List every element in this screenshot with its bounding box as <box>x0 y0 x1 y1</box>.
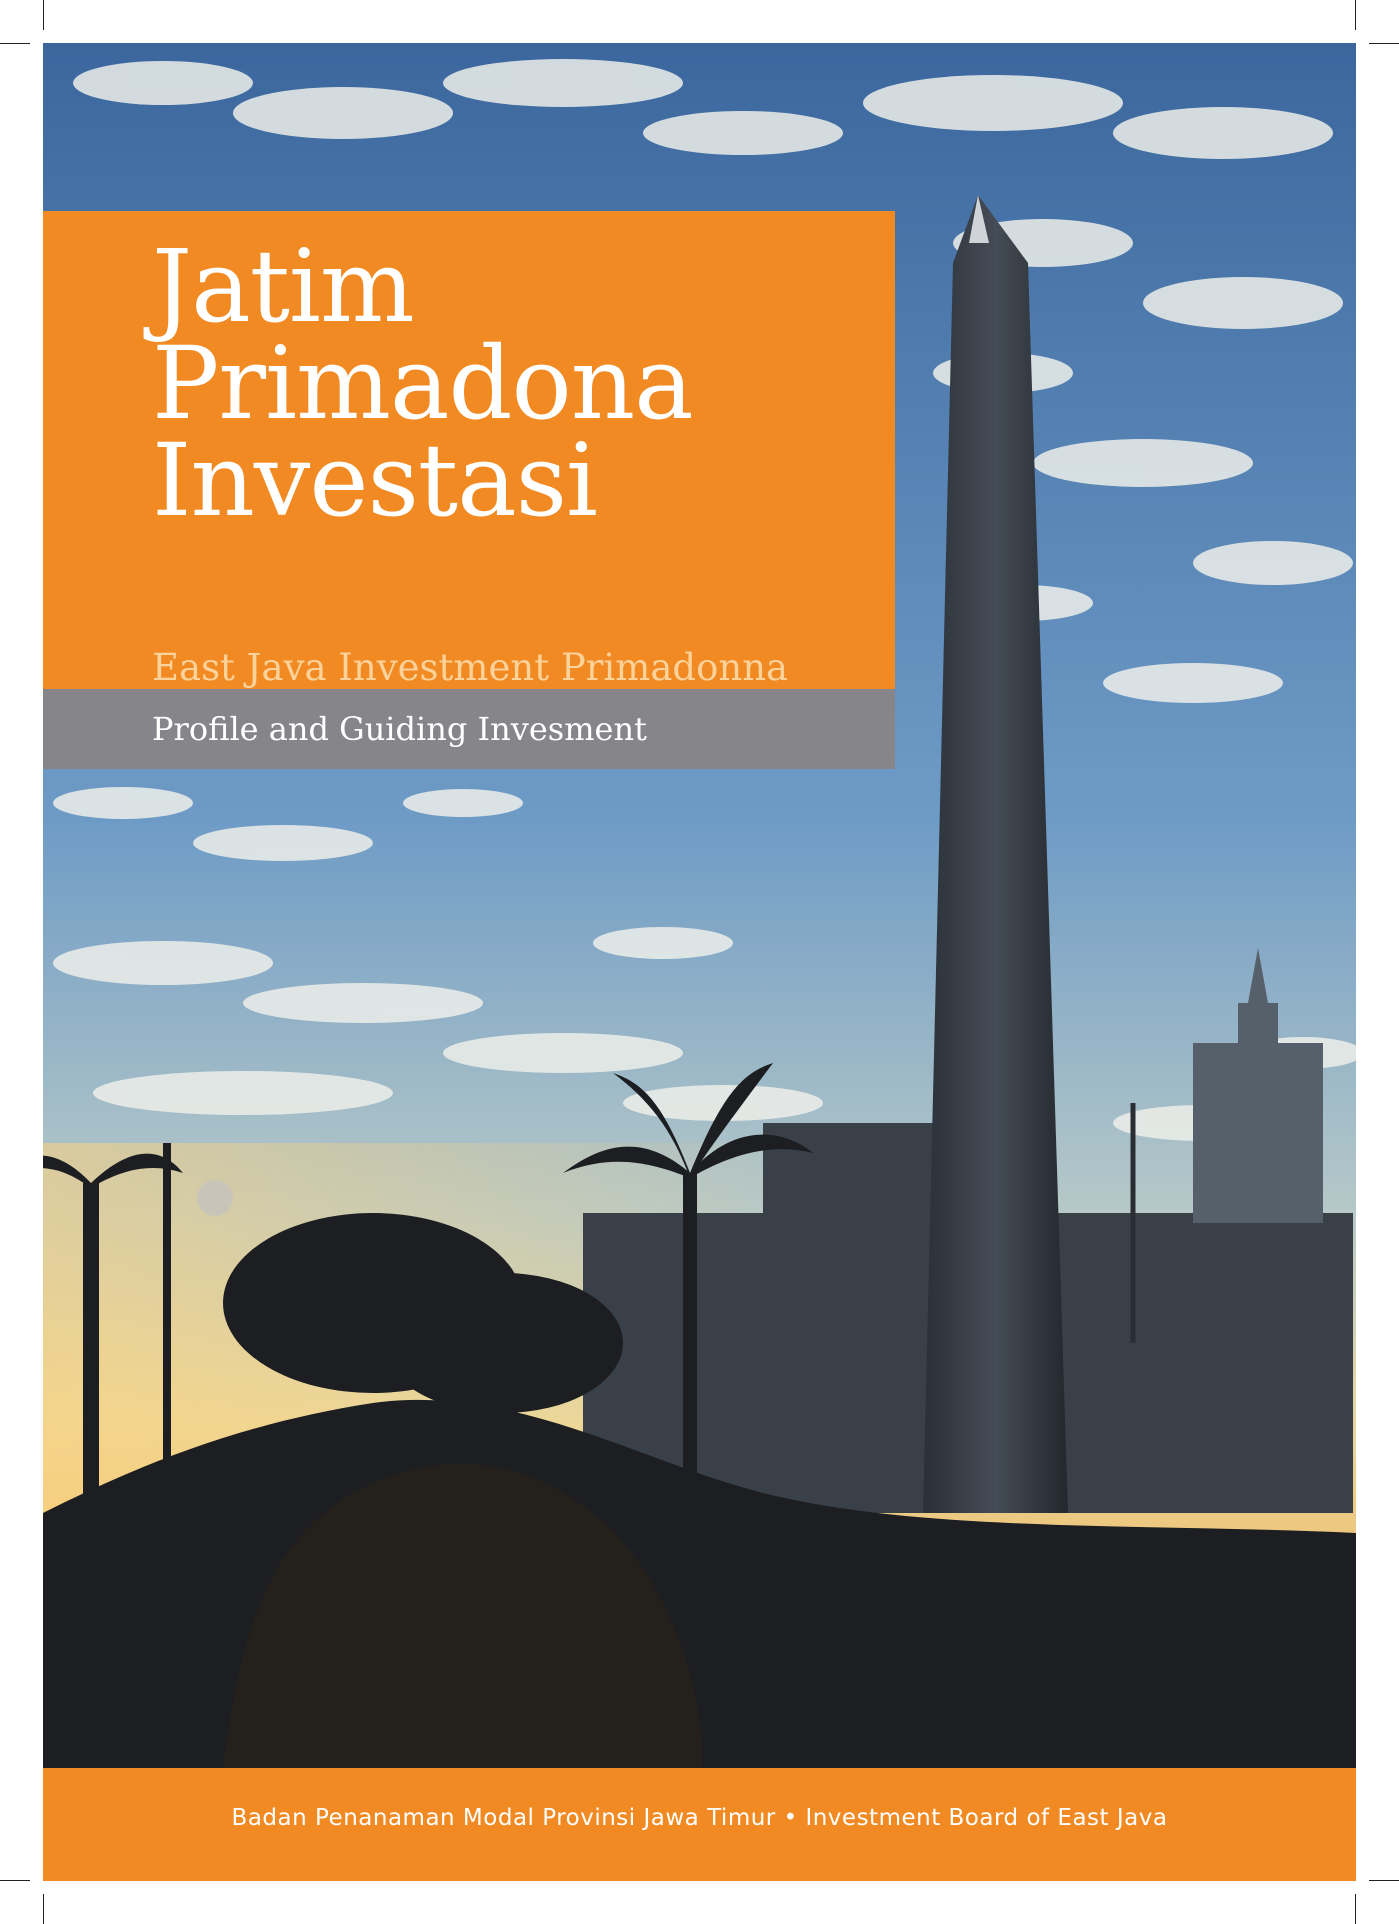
crop-mark <box>1355 1894 1356 1924</box>
title-line-2: Primadona <box>152 325 694 442</box>
crop-mark <box>43 1894 44 1924</box>
crop-mark <box>0 1880 30 1881</box>
guide-text: Profile and Guiding Invesment <box>152 710 647 748</box>
crop-mark <box>43 0 44 30</box>
crop-mark <box>0 43 30 44</box>
crop-mark <box>1369 43 1399 44</box>
title-line-3: Investasi <box>152 422 598 539</box>
title-line-1: Jatim <box>152 228 415 345</box>
guide-band: Profile and Guiding Invesment <box>43 689 895 769</box>
crop-mark <box>1369 1880 1399 1881</box>
title-block: Jatim Primadona Investasi East Java Inve… <box>43 211 895 689</box>
footer-band: Badan Penanaman Modal Provinsi Jawa Timu… <box>43 1768 1356 1881</box>
crop-mark <box>1355 0 1356 30</box>
book-cover: Jatim Primadona Investasi East Java Inve… <box>43 43 1356 1881</box>
subtitle: East Java Investment Primadonna <box>152 646 789 689</box>
footer-text: Badan Penanaman Modal Provinsi Jawa Timu… <box>231 1805 1168 1831</box>
